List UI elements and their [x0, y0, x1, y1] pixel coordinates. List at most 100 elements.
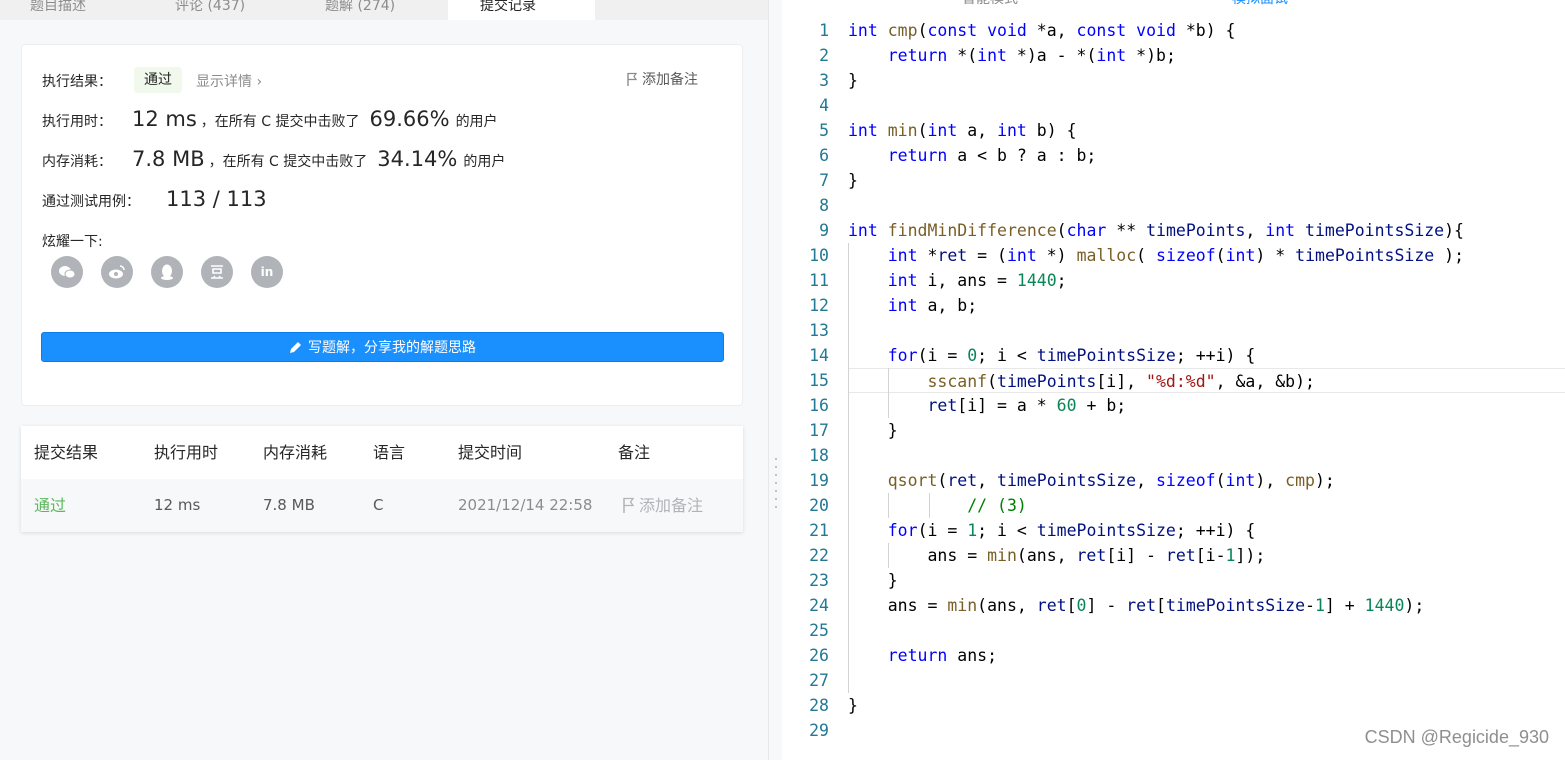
line-number: 22	[809, 546, 829, 565]
code-text[interactable]	[848, 193, 1565, 218]
line-number: 14	[809, 346, 829, 365]
code-text[interactable]: int *ret = (int *) malloc( sizeof(int) *…	[848, 243, 1565, 268]
code-line[interactable]: 23 }	[782, 568, 1565, 593]
code-line[interactable]: 26 return ans;	[782, 643, 1565, 668]
write-solution-button[interactable]: 写题解，分享我的解题思路	[41, 332, 724, 362]
editor-toolbar: C 智能模式 模拟面试	[782, 0, 1565, 12]
code-text[interactable]: ret[i] = a * 60 + b;	[848, 393, 1565, 418]
code-text[interactable]: }	[848, 568, 1565, 593]
linkedin-icon[interactable]: in	[251, 256, 283, 288]
code-line[interactable]: 1 int cmp(const void *a, const void *b) {	[782, 18, 1565, 43]
mock-interview-button[interactable]: 模拟面试	[1232, 0, 1288, 12]
code-text[interactable]: ans = min(ans, ret[0] - ret[timePointsSi…	[848, 593, 1565, 618]
code-text[interactable]: int i, ans = 1440;	[848, 268, 1565, 293]
code-line[interactable]: 15 sscanf(timePoints[i], "%d:%d", &a, &b…	[782, 368, 1565, 393]
line-number: 9	[819, 221, 829, 240]
code-line[interactable]: 18	[782, 443, 1565, 468]
table-row[interactable]: 通过 12 ms 7.8 MB C 2021/12/14 22:58 添加备注	[21, 479, 743, 532]
line-number: 4	[819, 96, 829, 115]
code-line[interactable]: 28}	[782, 693, 1565, 718]
smart-mode-toggle[interactable]: 智能模式	[962, 0, 1018, 12]
row-add-note-button[interactable]: 添加备注	[622, 479, 703, 532]
code-text[interactable]	[848, 618, 1565, 643]
line-number: 27	[809, 671, 829, 690]
code-text[interactable]: int min(int a, int b) {	[848, 118, 1565, 143]
code-line[interactable]: 16 ret[i] = a * 60 + b;	[782, 393, 1565, 418]
code-editor[interactable]: C 智能模式 模拟面试 1 int cmp(const void *a, cons…	[782, 0, 1565, 760]
code-text[interactable]: int findMinDifference(char ** timePoints…	[848, 218, 1565, 243]
wechat-icon[interactable]	[51, 256, 83, 288]
problem-tabs: 题目描述 评论 (437) 题解 (274) 提交记录	[0, 0, 768, 20]
code-line[interactable]: 24 ans = min(ans, ret[0] - ret[timePoint…	[782, 593, 1565, 618]
line-number: 15	[809, 371, 829, 390]
line-number: 23	[809, 571, 829, 590]
code-text[interactable]: }	[848, 68, 1565, 93]
code-line[interactable]: 19 qsort(ret, timePointsSize, sizeof(int…	[782, 468, 1565, 493]
code-line[interactable]: 6 return a < b ? a : b;	[782, 143, 1565, 168]
tab-comments[interactable]: 评论 (437)	[175, 0, 245, 20]
line-number: 6	[819, 146, 829, 165]
line-number: 29	[809, 721, 829, 740]
pane-resize-handle[interactable]	[768, 0, 782, 760]
code-line[interactable]: 11 int i, ans = 1440;	[782, 268, 1565, 293]
weibo-icon[interactable]	[101, 256, 133, 288]
add-note-button[interactable]: 添加备注	[626, 69, 698, 89]
code-text[interactable]	[848, 668, 1565, 693]
douban-icon[interactable]	[201, 256, 233, 288]
code-line[interactable]: 14 for(i = 0; i < timePointsSize; ++i) {	[782, 343, 1565, 368]
code-text[interactable]: }	[848, 168, 1565, 193]
code-line[interactable]: 10 int *ret = (int *) malloc( sizeof(int…	[782, 243, 1565, 268]
line-number: 11	[809, 271, 829, 290]
code-text[interactable]: }	[848, 693, 1565, 718]
code-text[interactable]	[848, 318, 1565, 343]
code-text[interactable]: qsort(ret, timePointsSize, sizeof(int), …	[848, 468, 1565, 493]
code-line[interactable]: 3}	[782, 68, 1565, 93]
code-text[interactable]: for(i = 0; i < timePointsSize; ++i) {	[848, 343, 1565, 368]
tab-solutions[interactable]: 题解 (274)	[325, 0, 395, 20]
result-card: 执行结果： 通过 显示详情 › 添加备注 执行用时： 12 ms ，在所有 C …	[21, 44, 743, 406]
code-text[interactable]: // (3)	[848, 493, 1565, 518]
show-details-link[interactable]: 显示详情 ›	[196, 71, 262, 91]
memory-stat: 内存消耗： 7.8 MB ，在所有 C 提交中击败了 34.14% 的用户	[42, 147, 506, 171]
code-line[interactable]: 25	[782, 618, 1565, 643]
code-line[interactable]: 21 for(i = 1; i < timePointsSize; ++i) {	[782, 518, 1565, 543]
code-line[interactable]: 7}	[782, 168, 1565, 193]
code-line[interactable]: 12 int a, b;	[782, 293, 1565, 318]
code-line[interactable]: 22 ans = min(ans, ret[i] - ret[i-1]);	[782, 543, 1565, 568]
tab-submissions[interactable]: 提交记录	[448, 0, 595, 20]
code-text[interactable]: }	[848, 418, 1565, 443]
qq-icon[interactable]	[151, 256, 183, 288]
row-status[interactable]: 通过	[34, 479, 66, 532]
code-text[interactable]: sscanf(timePoints[i], "%d:%d", &a, &b);	[848, 368, 1565, 393]
tab-description[interactable]: 题目描述	[30, 0, 86, 20]
language-select[interactable]: C	[812, 0, 822, 12]
code-line[interactable]: 2 return *(int *)a - *(int *)b;	[782, 43, 1565, 68]
memory-percent: 34.14%	[377, 147, 458, 171]
code-line[interactable]: 4	[782, 93, 1565, 118]
code-text[interactable]: int cmp(const void *a, const void *b) {	[848, 18, 1565, 43]
flag-icon	[627, 72, 638, 86]
line-number: 17	[809, 421, 829, 440]
share-label: 炫耀一下:	[42, 234, 103, 250]
line-number: 26	[809, 646, 829, 665]
code-line[interactable]: 8	[782, 193, 1565, 218]
code-text[interactable]: return a < b ? a : b;	[848, 143, 1565, 168]
code-text[interactable]	[848, 93, 1565, 118]
code-line[interactable]: 27	[782, 668, 1565, 693]
code-text[interactable]	[848, 443, 1565, 468]
status-badge: 通过	[134, 67, 182, 93]
code-area[interactable]: 1 int cmp(const void *a, const void *b) {…	[782, 18, 1565, 743]
indent-guide	[928, 493, 930, 518]
code-line[interactable]: 20 // (3)	[782, 493, 1565, 518]
code-line[interactable]: 9 int findMinDifference(char ** timePoint…	[782, 218, 1565, 243]
code-text[interactable]: return *(int *)a - *(int *)b;	[848, 43, 1565, 68]
code-line[interactable]: 13	[782, 318, 1565, 343]
code-line[interactable]: 17 }	[782, 418, 1565, 443]
code-line[interactable]: 5 int min(int a, int b) {	[782, 118, 1565, 143]
result-label: 执行结果：	[42, 74, 112, 90]
code-text[interactable]: ans = min(ans, ret[i] - ret[i-1]);	[848, 543, 1565, 568]
code-text[interactable]: for(i = 1; i < timePointsSize; ++i) {	[848, 518, 1565, 543]
code-text[interactable]: return ans;	[848, 643, 1565, 668]
code-text[interactable]: int a, b;	[848, 293, 1565, 318]
line-number: 21	[809, 521, 829, 540]
